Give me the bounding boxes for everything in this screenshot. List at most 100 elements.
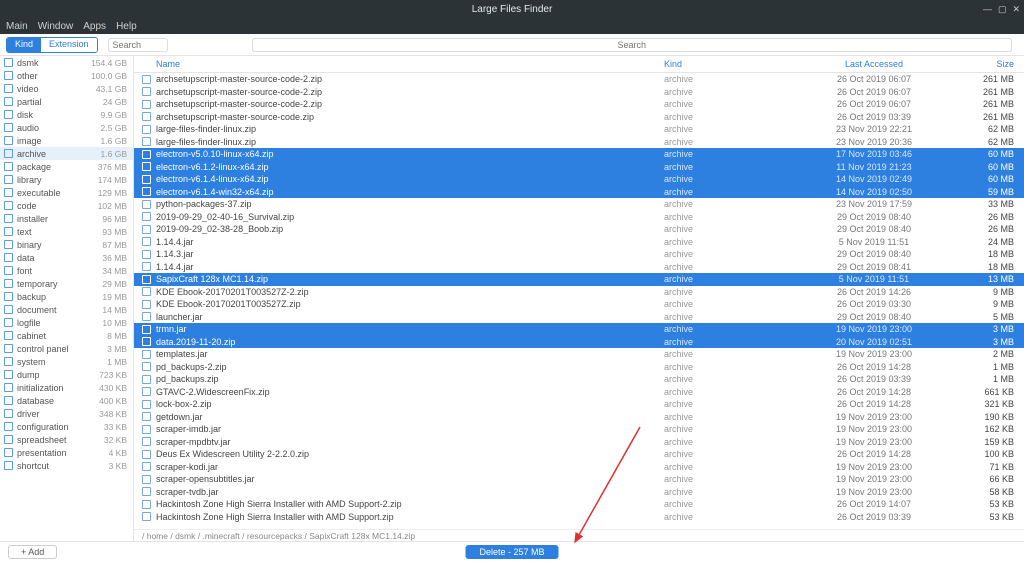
file-date: 29 Oct 2019 08:40 bbox=[794, 212, 954, 222]
sidebar-item-executable[interactable]: executable129 MB bbox=[0, 186, 133, 199]
table-row[interactable]: scraper-mpdbtv.jararchive19 Nov 2019 23:… bbox=[134, 436, 1024, 449]
column-date[interactable]: Last Accessed bbox=[794, 59, 954, 69]
sidebar-item-binary[interactable]: binary87 MB bbox=[0, 238, 133, 251]
table-row[interactable]: scraper-tvdb.jararchive19 Nov 2019 23:00… bbox=[134, 486, 1024, 499]
add-button[interactable]: + Add bbox=[8, 545, 57, 559]
folder-icon bbox=[4, 175, 13, 184]
table-row[interactable]: archsetupscript-master-source-code.zipar… bbox=[134, 111, 1024, 124]
table-row[interactable]: pd_backups-2.ziparchive26 Oct 2019 14:28… bbox=[134, 361, 1024, 374]
sidebar-item-code[interactable]: code102 MB bbox=[0, 199, 133, 212]
table-row[interactable]: electron-v5.0.10-linux-x64.ziparchive17 … bbox=[134, 148, 1024, 161]
sidebar-item-font[interactable]: font34 MB bbox=[0, 264, 133, 277]
column-name[interactable]: Name bbox=[134, 59, 664, 69]
table-row[interactable]: electron-v6.1.4-win32-x64.ziparchive14 N… bbox=[134, 186, 1024, 199]
sidebar-item-archive[interactable]: archive1.6 GB bbox=[0, 147, 133, 160]
sidebar-item-spreadsheet[interactable]: spreadsheet32 KB bbox=[0, 433, 133, 446]
sidebar-item-installer[interactable]: installer96 MB bbox=[0, 212, 133, 225]
table-row[interactable]: scraper-imdb.jararchive19 Nov 2019 23:00… bbox=[134, 423, 1024, 436]
column-size[interactable]: Size bbox=[954, 59, 1024, 69]
sidebar-search-input[interactable] bbox=[108, 38, 168, 52]
sidebar-item-disk[interactable]: disk9.9 GB bbox=[0, 108, 133, 121]
table-row[interactable]: electron-v6.1.2-linux-x64.ziparchive11 N… bbox=[134, 161, 1024, 174]
column-kind[interactable]: Kind bbox=[664, 59, 794, 69]
menu-help[interactable]: Help bbox=[116, 21, 137, 32]
sidebar-item-backup[interactable]: backup19 MB bbox=[0, 290, 133, 303]
maximize-icon[interactable]: ▢ bbox=[998, 4, 1007, 15]
sidebar-item-library[interactable]: library174 MB bbox=[0, 173, 133, 186]
sidebar-item-driver[interactable]: driver348 KB bbox=[0, 407, 133, 420]
sidebar-item-presentation[interactable]: presentation4 KB bbox=[0, 446, 133, 459]
tab-kind[interactable]: Kind bbox=[7, 38, 41, 52]
table-row[interactable]: 2019-09-29_02-38-28_Boob.ziparchive29 Oc… bbox=[134, 223, 1024, 236]
sidebar-item-system[interactable]: system1 MB bbox=[0, 355, 133, 368]
table-row[interactable]: large-files-finder-linux.ziparchive23 No… bbox=[134, 136, 1024, 149]
table-row[interactable]: Deus Ex Widescreen Utility 2-2.2.0.zipar… bbox=[134, 448, 1024, 461]
sidebar-item-text[interactable]: text93 MB bbox=[0, 225, 133, 238]
table-row[interactable]: KDE Ebook-20170201T003527Z.ziparchive26 … bbox=[134, 298, 1024, 311]
table-row[interactable]: 1.14.4.jararchive5 Nov 2019 11:5124 MB bbox=[134, 236, 1024, 249]
sidebar-item-dsmk[interactable]: dsmk154.4 GB bbox=[0, 56, 133, 69]
table-row[interactable]: GTAVC-2.WidescreenFix.ziparchive26 Oct 2… bbox=[134, 386, 1024, 399]
table-row[interactable]: trmn.jararchive19 Nov 2019 23:003 MB bbox=[134, 323, 1024, 336]
sidebar-item-label: document bbox=[17, 305, 57, 315]
delete-button[interactable]: Delete - 257 MB bbox=[465, 545, 558, 559]
table-row[interactable]: electron-v6.1.4-linux-x64.ziparchive14 N… bbox=[134, 173, 1024, 186]
table-row[interactable]: launcher.jararchive29 Oct 2019 08:405 MB bbox=[134, 311, 1024, 324]
table-row[interactable]: archsetupscript-master-source-code-2.zip… bbox=[134, 98, 1024, 111]
table-row[interactable]: Hackintosh Zone High Sierra Installer wi… bbox=[134, 511, 1024, 524]
sidebar-item-label: spreadsheet bbox=[17, 435, 67, 445]
sidebar-item-partial[interactable]: partial24 GB bbox=[0, 95, 133, 108]
table-row[interactable]: lock-box-2.ziparchive26 Oct 2019 14:2832… bbox=[134, 398, 1024, 411]
sidebar-item-label: temporary bbox=[17, 279, 58, 289]
sidebar-item-control-panel[interactable]: control panel3 MB bbox=[0, 342, 133, 355]
table-row[interactable]: archsetupscript-master-source-code-2.zip… bbox=[134, 73, 1024, 86]
sidebar-item-document[interactable]: document14 MB bbox=[0, 303, 133, 316]
file-icon bbox=[142, 412, 151, 421]
file-name: archsetupscript-master-source-code.zip bbox=[156, 112, 664, 122]
sidebar-item-other[interactable]: other100.0 GB bbox=[0, 69, 133, 82]
file-name: electron-v5.0.10-linux-x64.zip bbox=[156, 149, 664, 159]
sidebar-item-cabinet[interactable]: cabinet8 MB bbox=[0, 329, 133, 342]
table-row[interactable]: pd_backups.ziparchive26 Oct 2019 03:391 … bbox=[134, 373, 1024, 386]
table-row[interactable]: KDE Ebook-20170201T003527Z-2.ziparchive2… bbox=[134, 286, 1024, 299]
sidebar-item-logfile[interactable]: logfile10 MB bbox=[0, 316, 133, 329]
close-icon[interactable]: ✕ bbox=[1012, 4, 1020, 15]
file-size: 261 MB bbox=[954, 87, 1024, 97]
sidebar-item-data[interactable]: data36 MB bbox=[0, 251, 133, 264]
menu-window[interactable]: Window bbox=[38, 21, 74, 32]
table-row[interactable]: scraper-kodi.jararchive19 Nov 2019 23:00… bbox=[134, 461, 1024, 474]
file-kind: archive bbox=[664, 387, 794, 397]
table-row[interactable]: templates.jararchive19 Nov 2019 23:002 M… bbox=[134, 348, 1024, 361]
sidebar-item-image[interactable]: image1.6 GB bbox=[0, 134, 133, 147]
table-row[interactable]: large-files-finder-linux.ziparchive23 No… bbox=[134, 123, 1024, 136]
folder-icon bbox=[4, 123, 13, 132]
table-row[interactable]: 1.14.3.jararchive29 Oct 2019 08:4018 MB bbox=[134, 248, 1024, 261]
file-date: 23 Nov 2019 20:36 bbox=[794, 137, 954, 147]
table-row[interactable]: data.2019-11-20.ziparchive20 Nov 2019 02… bbox=[134, 336, 1024, 349]
sidebar-item-initialization[interactable]: initialization430 KB bbox=[0, 381, 133, 394]
sidebar-item-database[interactable]: database400 KB bbox=[0, 394, 133, 407]
sidebar-item-configuration[interactable]: configuration33 KB bbox=[0, 420, 133, 433]
table-row[interactable]: python-packages-37.ziparchive23 Nov 2019… bbox=[134, 198, 1024, 211]
main-search-input[interactable] bbox=[252, 38, 1012, 52]
table-row[interactable]: Hackintosh Zone High Sierra Installer wi… bbox=[134, 498, 1024, 511]
table-row[interactable]: scraper-opensubtitles.jararchive19 Nov 2… bbox=[134, 473, 1024, 486]
table-row[interactable]: 2019-09-29_02-40-16_Survival.ziparchive2… bbox=[134, 211, 1024, 224]
table-row[interactable]: SapixCraft 128x MC1.14.ziparchive5 Nov 2… bbox=[134, 273, 1024, 286]
menu-main[interactable]: Main bbox=[6, 21, 28, 32]
file-list[interactable]: archsetupscript-master-source-code-2.zip… bbox=[134, 73, 1024, 529]
file-name: Deus Ex Widescreen Utility 2-2.2.0.zip bbox=[156, 449, 664, 459]
sidebar-item-package[interactable]: package376 MB bbox=[0, 160, 133, 173]
tab-extension[interactable]: Extension bbox=[41, 38, 97, 52]
table-row[interactable]: getdown.jararchive19 Nov 2019 23:00190 K… bbox=[134, 411, 1024, 424]
sidebar-item-shortcut[interactable]: shortcut3 KB bbox=[0, 459, 133, 472]
file-name: scraper-imdb.jar bbox=[156, 424, 664, 434]
sidebar-item-dump[interactable]: dump723 KB bbox=[0, 368, 133, 381]
sidebar-item-video[interactable]: video43.1 GB bbox=[0, 82, 133, 95]
sidebar-item-temporary[interactable]: temporary29 MB bbox=[0, 277, 133, 290]
menu-apps[interactable]: Apps bbox=[83, 21, 106, 32]
table-row[interactable]: archsetupscript-master-source-code-2.zip… bbox=[134, 86, 1024, 99]
table-row[interactable]: 1.14.4.jararchive29 Oct 2019 08:4118 MB bbox=[134, 261, 1024, 274]
minimize-icon[interactable]: — bbox=[983, 4, 992, 15]
sidebar-item-audio[interactable]: audio2.5 GB bbox=[0, 121, 133, 134]
